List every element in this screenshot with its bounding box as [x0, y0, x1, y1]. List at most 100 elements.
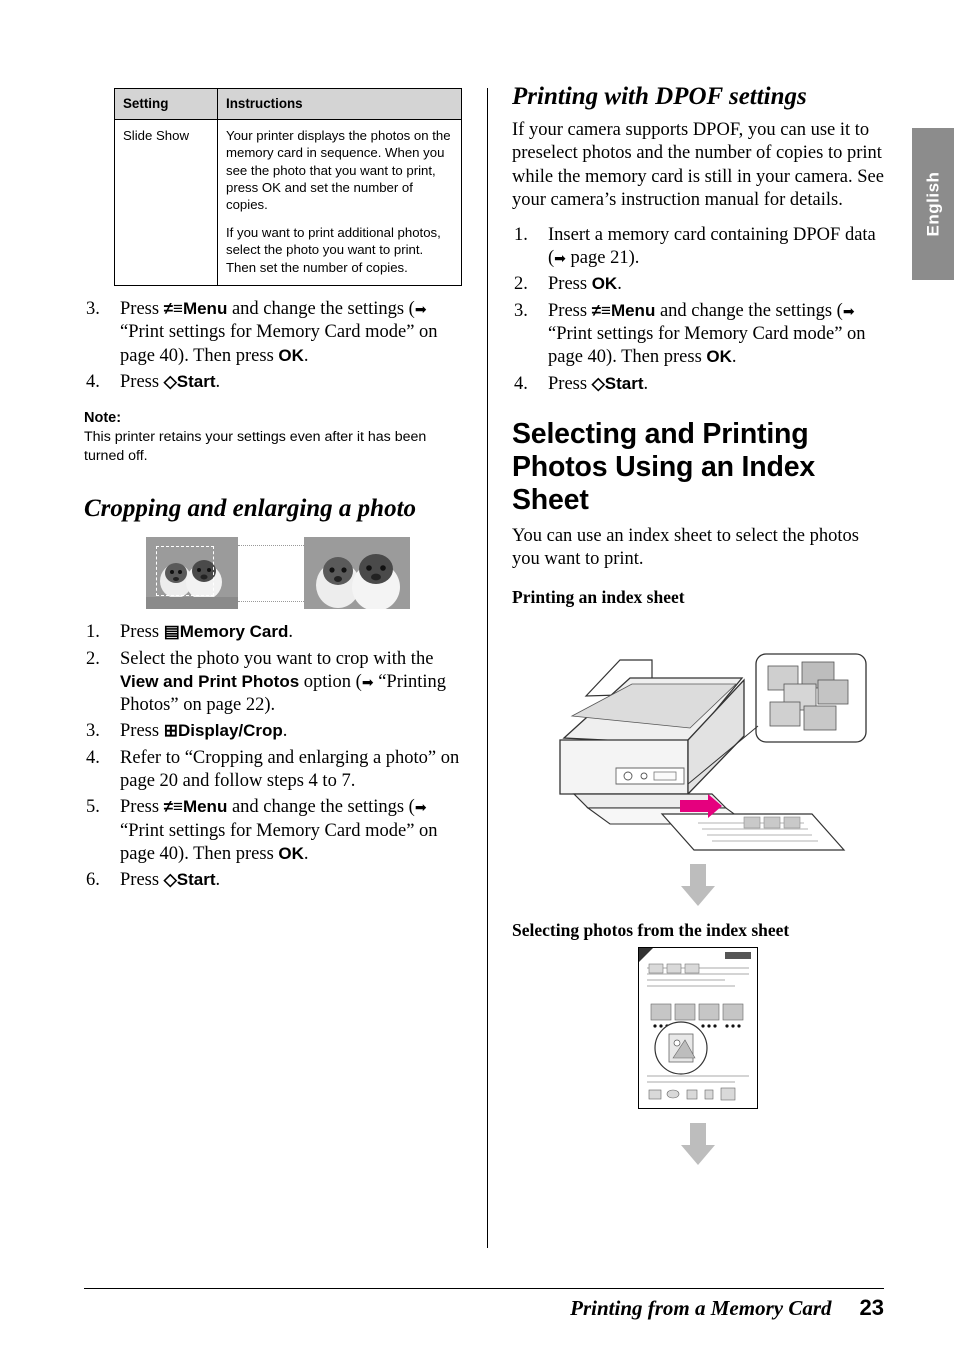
step-text-a: Press: [120, 299, 164, 320]
right-column: Printing with DPOF settings If your came…: [512, 82, 884, 1166]
step-text-b: .: [617, 274, 622, 295]
step-number: 1.: [86, 622, 100, 643]
pointer-arrow-icon: ➡: [361, 674, 374, 691]
flow-arrow-2-head: [681, 1145, 715, 1166]
footer-title: Printing from a Memory Card: [570, 1296, 832, 1320]
note-body: This printer retains your settings even …: [84, 429, 427, 465]
step-number: 3.: [514, 300, 528, 321]
instruction-text-1: Your printer displays the photos on the …: [226, 127, 451, 213]
dpof-steps: 1. Insert a memory card containing DPOF d…: [512, 224, 884, 396]
display-crop-icon: ⊞: [163, 721, 178, 741]
note-title: Note:: [84, 410, 122, 427]
step-number: 3.: [86, 721, 100, 742]
photo-original: [146, 537, 238, 610]
footer-page-number: 23: [859, 1295, 884, 1320]
step-text-d: .: [731, 347, 737, 368]
subheading-selecting-photos: Selecting photos from the index sheet: [512, 920, 790, 941]
dpof-intro: If your camera supports DPOF, you can us…: [512, 120, 884, 210]
step-text-a: Press: [120, 870, 164, 891]
printer-illustration-graphic: [559, 653, 867, 851]
step-number: 1.: [514, 224, 528, 245]
start-icon: ◇: [163, 371, 177, 391]
left-column: Setting Instructions Slide Show Your pri…: [84, 88, 464, 896]
step-3: 3. Press ≠≡Menu and change the settings (…: [84, 298, 464, 368]
table-header-instructions: Instructions: [217, 88, 462, 120]
left-steps-bottom: 1. Press ▤Memory Card. 2. Select the photo…: [84, 621, 464, 892]
language-side-tab-label: English: [923, 171, 942, 237]
step-text-b: .: [643, 373, 649, 394]
step-bold-memory-card: Memory Card: [179, 622, 289, 642]
step-text-a: Press: [120, 622, 164, 643]
step-number: 4.: [86, 747, 100, 768]
pointer-arrow-icon: ➡: [414, 302, 427, 319]
step-text-a: Refer to “Cropping and enlarging a photo…: [120, 747, 460, 792]
step-number: 2.: [514, 274, 528, 295]
step-text-a: Press: [120, 797, 164, 818]
flow-arrow-2-stem: [690, 1123, 706, 1148]
step-number: 2.: [86, 648, 100, 669]
index-intro: You can use an index sheet to select the…: [512, 525, 859, 570]
heading-index-sheet: Selecting and Printing Photos Using an I…: [512, 417, 815, 516]
heading-cropping: Cropping and enlarging a photo: [84, 495, 417, 522]
step-number: 3.: [86, 299, 100, 320]
step-text-d: .: [303, 843, 309, 864]
step-text-a: Select the photo you want to crop with t…: [120, 648, 434, 669]
step-text-a: Press: [120, 721, 164, 742]
step-text-b: .: [215, 870, 221, 891]
left-steps-top: 3. Press ≠≡Menu and change the settings (…: [84, 298, 464, 394]
crop-illustration: [146, 537, 446, 610]
step-text-b: and change the settings (: [227, 797, 415, 818]
step-6: 6. Press ◇Start.: [84, 869, 464, 892]
crop-guide-line-bottom: [238, 601, 304, 603]
dpof-step-1: 1. Insert a memory card containing DPOF d…: [512, 224, 884, 271]
pointer-arrow-icon: ➡: [554, 251, 566, 268]
step-4b: 4. Refer to “Cropping and enlarging a pho…: [84, 747, 464, 794]
step-number: 4.: [514, 373, 528, 394]
settings-table: Setting Instructions Slide Show Your pri…: [114, 88, 462, 287]
step-bold-start: Start: [176, 371, 216, 391]
footer-rule: [84, 1288, 884, 1289]
step-bold-display-crop: Display/Crop: [177, 721, 283, 741]
table-header-setting: Setting: [114, 88, 218, 120]
table-header-row: Setting Instructions: [114, 88, 462, 120]
step-bold-ok: OK: [278, 345, 304, 365]
instruction-text-2: If you want to print additional photos, …: [226, 224, 441, 275]
subheading-printing-index-sheet: Printing an index sheet: [512, 587, 685, 608]
step-bold-menu: Menu: [182, 299, 228, 319]
table-cell-instructions: Your printer displays the photos on the …: [217, 118, 462, 287]
instruction-paragraph-2: If you want to print additional photos, …: [226, 224, 453, 276]
page-footer: Printing from a Memory Card 23: [84, 1295, 884, 1321]
dpof-step-2: 2. Press OK.: [512, 273, 884, 296]
pointer-arrow-icon: ➡: [842, 303, 855, 320]
dpof-step-4: 4. Press ◇Start.: [512, 373, 884, 396]
step-4: 4. Press ◇Start.: [84, 371, 464, 394]
pointer-arrow-icon: ➡: [414, 800, 427, 817]
column-divider: [487, 88, 488, 1248]
step-number: 6.: [86, 870, 100, 891]
step-text-a: Press: [120, 371, 164, 392]
step-text-a: Press: [548, 373, 592, 394]
flow-arrow-1-head: [681, 886, 715, 907]
step-text-b: and change the settings (: [227, 299, 415, 320]
step-5: 5. Press ≠≡Menu and change the settings (…: [84, 796, 464, 866]
step-bold-ok: OK: [706, 347, 732, 367]
crop-selection-box: [156, 546, 214, 597]
heading-dpof: Printing with DPOF settings: [512, 83, 807, 110]
instruction-paragraph-1: Your printer displays the photos on the …: [226, 127, 453, 214]
step-text-b: and change the settings (: [655, 300, 843, 321]
language-side-tab: English: [912, 128, 954, 280]
flow-arrow-2: [681, 1123, 715, 1166]
photo-cropped: [304, 537, 410, 610]
index-sheet-illustration: [638, 947, 758, 1110]
step-text-b: option (: [299, 671, 362, 692]
index-sheet-graphic: [639, 948, 757, 1109]
step-text-a: Press: [548, 274, 592, 295]
dpof-step-3: 3. Press ≠≡Menu and change the settings (…: [512, 300, 884, 370]
step-1: 1. Press ▤Memory Card.: [84, 621, 464, 644]
table-row: Slide Show Your printer displays the pho…: [114, 118, 462, 287]
menu-icon: ≠≡: [163, 797, 183, 817]
step-text-a: Press: [548, 300, 592, 321]
start-icon: ◇: [591, 373, 605, 393]
step-bold-ok: OK: [278, 843, 304, 863]
document-page: English Setting Instructions Slide Show …: [0, 0, 954, 1350]
